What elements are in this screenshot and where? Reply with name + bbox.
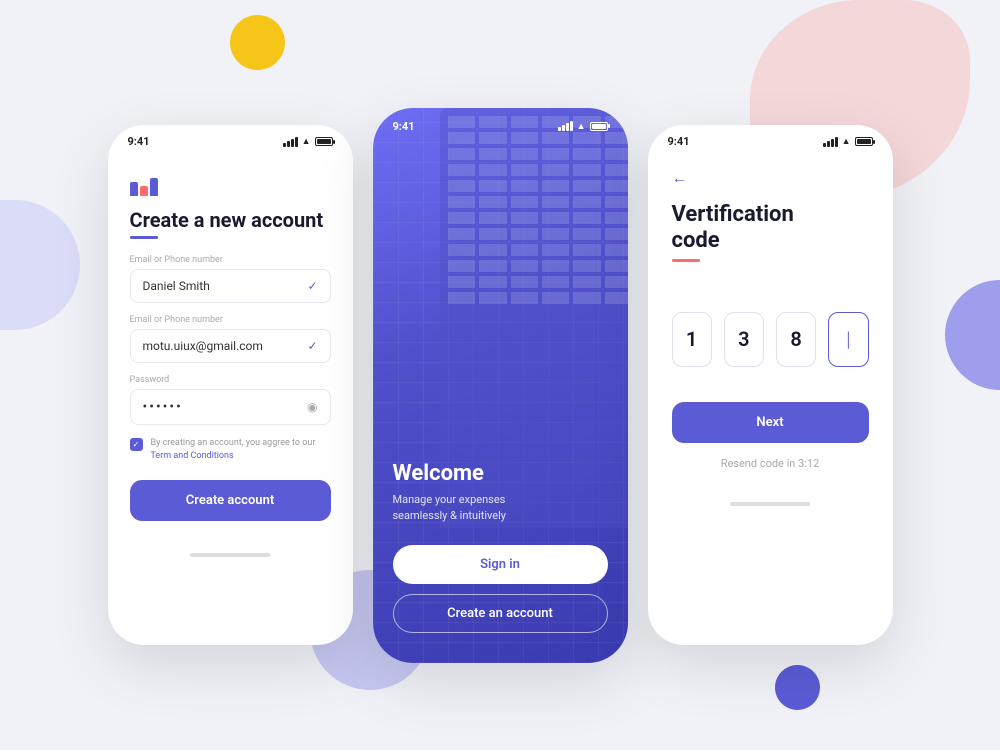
battery-icon-right: [855, 137, 873, 146]
phone-welcome: 9:41 ▲ Welcome Manage your expenses seam…: [373, 108, 628, 663]
battery-icon-middle: [590, 122, 608, 131]
signal-icon-right: [823, 137, 838, 147]
signin-button[interactable]: Sign in: [393, 545, 608, 584]
signal-icon-left: [283, 137, 298, 147]
code-digit-3: 8: [790, 327, 801, 351]
battery-icon-left: [315, 137, 333, 146]
field3-label: Password: [130, 375, 331, 385]
status-icons-left: ▲: [283, 136, 333, 147]
status-time-middle: 9:41: [393, 120, 415, 133]
app-logo: [130, 168, 158, 196]
verification-title: Vertification code: [672, 202, 869, 255]
status-time-right: 9:41: [668, 135, 690, 148]
wifi-icon-middle: ▲: [577, 121, 586, 132]
status-time-left: 9:41: [128, 135, 150, 148]
wifi-icon-left: ▲: [302, 136, 311, 147]
check-icon-1: ✓: [307, 279, 317, 293]
check-icon-2: ✓: [307, 339, 317, 353]
status-bar-right: 9:41 ▲: [648, 125, 893, 152]
phone-create-account: 9:41 ▲ Create: [108, 125, 353, 645]
field1-label: Email or Phone number: [130, 255, 331, 265]
code-box-1[interactable]: 1: [672, 312, 712, 367]
welcome-subtitle: Manage your expenses seamlessly & intuit…: [393, 492, 608, 525]
password-input[interactable]: •••••• ◉: [130, 389, 331, 425]
status-icons-middle: ▲: [558, 121, 608, 132]
home-indicator-left: [190, 553, 270, 557]
decorative-purple-right: [945, 280, 1000, 390]
verification-content: ← Vertification code 1 3 8 |: [648, 152, 893, 490]
code-box-4[interactable]: |: [828, 312, 868, 367]
signal-icon-middle: [558, 121, 573, 131]
verification-underline: [672, 259, 700, 262]
terms-text: By creating an account, you aggree to ou…: [151, 437, 331, 462]
home-indicator-right: [730, 502, 810, 506]
code-box-2[interactable]: 3: [724, 312, 764, 367]
code-boxes: 1 3 8 |: [672, 312, 869, 367]
code-box-3[interactable]: 8: [776, 312, 816, 367]
code-digit-1: 1: [686, 327, 697, 351]
field2-label: Email or Phone number: [130, 315, 331, 325]
checkbox-check-icon: ✓: [133, 440, 140, 449]
email-value: motu.uiux@gmail.com: [143, 339, 263, 353]
create-account-content: Create a new account Email or Phone numb…: [108, 152, 353, 541]
wifi-icon-right: ▲: [842, 136, 851, 147]
phone-verification: 9:41 ▲ ← Vertification code: [648, 125, 893, 645]
name-input[interactable]: Daniel Smith ✓: [130, 269, 331, 303]
name-value: Daniel Smith: [143, 279, 210, 293]
terms-checkbox[interactable]: ✓: [130, 438, 143, 451]
status-bar-middle: 9:41 ▲: [373, 108, 628, 137]
code-digit-2: 3: [738, 327, 749, 351]
back-button[interactable]: ←: [672, 168, 869, 188]
eye-icon[interactable]: ◉: [307, 400, 317, 414]
resend-text: Resend code in 3:12: [672, 457, 869, 470]
terms-row: ✓ By creating an account, you aggree to …: [130, 437, 331, 462]
status-icons-right: ▲: [823, 136, 873, 147]
email-input[interactable]: motu.uiux@gmail.com ✓: [130, 329, 331, 363]
create-account-button[interactable]: Create account: [130, 480, 331, 521]
code-cursor: |: [846, 327, 850, 351]
status-bar-left: 9:41 ▲: [108, 125, 353, 152]
create-an-account-button[interactable]: Create an account: [393, 594, 608, 633]
welcome-content: Welcome Manage your expenses seamlessly …: [373, 441, 628, 663]
building-windows: [440, 108, 628, 312]
title-underline: [130, 236, 158, 239]
phones-container: 9:41 ▲ Create: [50, 50, 950, 720]
terms-link[interactable]: Term and Conditions: [151, 451, 234, 461]
next-button[interactable]: Next: [672, 402, 869, 443]
password-value: ••••••: [143, 399, 183, 415]
welcome-title: Welcome: [393, 461, 608, 486]
create-title: Create a new account: [130, 208, 331, 232]
